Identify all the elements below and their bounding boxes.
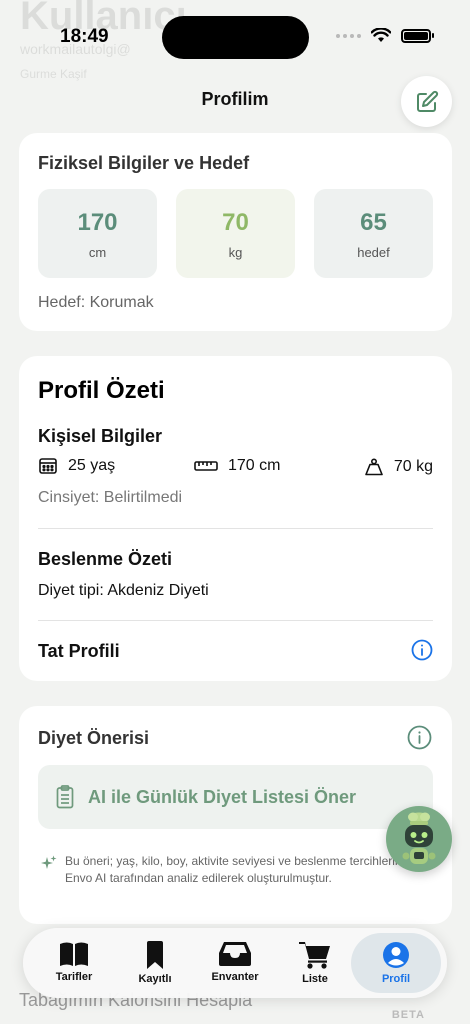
edit-profile-button[interactable] — [401, 76, 452, 127]
robot-chef-icon — [402, 812, 436, 864]
ai-diet-button-label: AI ile Günlük Diyet Listesi Öner — [88, 786, 357, 807]
tab-list[interactable]: Liste — [275, 933, 355, 993]
beta-badge: BETA — [391, 1009, 425, 1021]
tab-profile-label: Profil — [381, 973, 411, 985]
taste-info-button[interactable] — [411, 639, 433, 666]
personal-info-title: Kişisel Bilgiler — [38, 426, 163, 446]
book-icon — [60, 942, 88, 966]
divider — [38, 528, 433, 529]
page-title: Profilim — [201, 89, 269, 109]
weight-stat: 70 kg — [176, 189, 295, 278]
ai-diet-list-button[interactable]: AI ile Günlük Diyet Listesi Öner — [38, 765, 433, 829]
diet-info-button[interactable] — [407, 725, 432, 755]
physical-card-title: Fiziksel Bilgiler ve Hedef — [38, 153, 250, 173]
height-info-value: 170 cm — [228, 457, 281, 474]
personal-info-row: 25 yaş 170 cm 70 kg — [38, 457, 433, 481]
height-info: 170 cm — [194, 457, 280, 475]
gender-text: Cinsiyet: Belirtilmedi — [38, 489, 183, 506]
weight-unit: kg — [228, 245, 243, 260]
status-icons — [336, 28, 434, 43]
diet-recommendation-card: Diyet Önerisi AI ile Günlük Diyet Listes… — [19, 706, 452, 924]
wifi-icon — [371, 28, 391, 42]
tab-saved-label: Kayıtlı — [138, 973, 172, 985]
physical-info-card: Fiziksel Bilgiler ve Hedef 170 cm 70 kg … — [19, 133, 452, 331]
age-info: 25 yaş — [38, 457, 115, 475]
summary-title: Profil Özeti — [38, 377, 165, 404]
weight-info-value: 70 kg — [393, 458, 433, 475]
height-unit: cm — [88, 245, 107, 260]
tray-icon — [219, 942, 251, 966]
cart-icon — [299, 942, 330, 969]
battery-icon — [401, 28, 431, 43]
info-icon — [407, 725, 432, 750]
tab-recipes[interactable]: Tarifler — [34, 933, 114, 993]
tab-inventory[interactable]: Envanter — [195, 933, 275, 993]
age-value: 25 yaş — [68, 457, 116, 474]
target-stat: 65 hedef — [314, 189, 433, 278]
bookmark-icon — [147, 941, 163, 969]
weight-info: 70 kg — [364, 457, 433, 477]
person-icon — [383, 942, 409, 968]
profile-summary-card: Profil Özeti Kişisel Bilgiler 25 yaş 170… — [19, 356, 452, 681]
tab-bar: Tarifler Kayıtlı Envanter Liste Profil — [23, 928, 447, 998]
weight-icon — [365, 458, 383, 476]
height-value: 170 — [77, 209, 118, 236]
diet-card-title: Diyet Önerisi — [38, 728, 150, 748]
tab-profile[interactable]: Profil — [351, 933, 441, 993]
target-value: 65 — [360, 209, 387, 236]
weight-value: 70 — [222, 209, 249, 236]
info-icon — [411, 639, 433, 661]
calendar-icon — [39, 458, 57, 474]
taste-profile-title[interactable]: Tat Profili — [38, 641, 120, 662]
goal-text: Hedef: Korumak — [38, 294, 154, 311]
ai-note: Bu öneri; yaş, kilo, boy, aktivite seviy… — [41, 853, 411, 887]
target-unit: hedef — [357, 245, 390, 260]
diet-type-text: Diyet tipi: Akdeniz Diyeti — [38, 582, 209, 599]
signal-icon — [336, 33, 361, 38]
nutrition-summary-title: Beslenme Özeti — [38, 549, 173, 569]
clipboard-icon — [56, 785, 74, 809]
sparkle-icon — [41, 855, 57, 869]
ai-note-text: Bu öneri; yaş, kilo, boy, aktivite seviy… — [65, 854, 411, 885]
ai-assistant-button[interactable] — [386, 806, 452, 872]
divider — [38, 620, 433, 621]
status-time: 18:49 — [60, 26, 109, 47]
tab-inventory-label: Envanter — [211, 971, 259, 983]
edit-icon — [416, 90, 438, 112]
dynamic-island — [162, 16, 309, 59]
tab-list-label: Liste — [302, 973, 328, 985]
tab-recipes-label: Tarifler — [55, 971, 93, 983]
ruler-icon — [194, 461, 218, 471]
tab-saved[interactable]: Kayıtlı — [115, 933, 195, 993]
height-stat: 170 cm — [38, 189, 157, 278]
status-bar: 18:49 — [0, 0, 470, 70]
